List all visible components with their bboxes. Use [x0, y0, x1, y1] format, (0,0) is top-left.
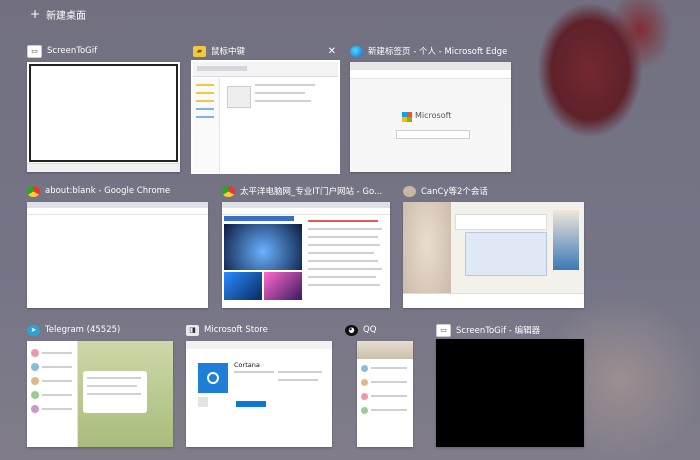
window-title: about:blank - Google Chrome: [45, 186, 171, 196]
window-thumbnail: Cortana: [186, 341, 332, 447]
new-desktop-button[interactable]: + 新建桌面: [30, 6, 86, 22]
screentogif-icon: ▭: [436, 323, 451, 337]
edge-brand-text: Microsoft: [415, 111, 452, 120]
new-desktop-label: 新建桌面: [46, 10, 87, 22]
close-icon[interactable]: ✕: [328, 46, 338, 57]
telegram-icon: ➤: [27, 324, 40, 336]
window-title-bar: about:blank - Google Chrome: [27, 182, 208, 200]
qq-icon: ◕: [345, 324, 358, 336]
window-title: QQ: [363, 325, 377, 335]
window-thumbnail: [403, 202, 584, 308]
window-thumbnail: [27, 62, 180, 172]
window-title-bar: CanCy等2个会话: [403, 182, 584, 200]
window-thumbnail: [436, 339, 584, 447]
plus-icon: +: [30, 7, 41, 21]
window-microsoft-store[interactable]: ◨ Microsoft Store Cortana: [186, 321, 332, 447]
store-icon: ◨: [186, 324, 199, 336]
window-edge[interactable]: 新建标签页 - 个人 - Microsoft Edge Microsoft: [350, 42, 511, 172]
window-title-bar: ▭ ScreenToGif - 编辑器: [436, 321, 584, 339]
window-title: ScreenToGif - 编辑器: [456, 326, 541, 336]
window-thumbnail: Microsoft: [350, 62, 511, 172]
window-thumbnail: [357, 341, 413, 447]
window-chrome-blank[interactable]: about:blank - Google Chrome: [27, 182, 208, 308]
window-thumbnail: [27, 202, 208, 308]
folder-icon: ▰: [193, 45, 206, 57]
window-title-bar: ▭ ScreenToGif: [27, 42, 180, 60]
window-thumbnail: [27, 341, 173, 447]
window-title-bar: ➤ Telegram (45525): [27, 321, 173, 339]
window-screentogif-editor[interactable]: ▭ ScreenToGif - 编辑器: [436, 321, 584, 447]
window-file-explorer[interactable]: ▰ 鼠标中键 ✕: [191, 42, 340, 174]
window-chrome-pconline[interactable]: 太平洋电脑网_专业IT门户网站 - Go...: [222, 182, 390, 308]
window-title: 鼠标中键: [211, 47, 246, 57]
window-screentogif[interactable]: ▭ ScreenToGif: [27, 42, 180, 172]
window-thumbnail: [222, 202, 390, 308]
edge-icon: [350, 45, 363, 57]
window-title: CanCy等2个会话: [421, 187, 488, 197]
window-title-bar: ◕ QQ: [345, 321, 413, 339]
window-title: Telegram (45525): [45, 325, 121, 335]
avatar-icon: [403, 185, 416, 197]
screentogif-icon: ▭: [27, 44, 42, 58]
window-title: 新建标签页 - 个人 - Microsoft Edge: [368, 47, 508, 57]
window-telegram[interactable]: ➤ Telegram (45525): [27, 321, 173, 447]
window-title: ScreenToGif: [47, 46, 98, 56]
window-qq[interactable]: ◕ QQ: [345, 321, 413, 447]
window-title-bar: ◨ Microsoft Store: [186, 321, 332, 339]
window-thumbnail: [191, 60, 340, 174]
store-app-name: Cortana: [234, 361, 260, 369]
window-title-bar: ▰ 鼠标中键 ✕: [193, 42, 338, 60]
window-qq-chat[interactable]: CanCy等2个会话: [403, 182, 584, 308]
chrome-icon: [27, 185, 40, 197]
window-title-bar: 太平洋电脑网_专业IT门户网站 - Go...: [222, 182, 390, 200]
window-title: 太平洋电脑网_专业IT门户网站 - Go...: [240, 187, 383, 197]
window-title: Microsoft Store: [204, 325, 268, 335]
window-title-bar: 新建标签页 - 个人 - Microsoft Edge: [350, 42, 511, 60]
chrome-icon: [222, 185, 235, 197]
microsoft-logo-icon: [402, 112, 412, 122]
edge-search-box: [396, 130, 470, 139]
